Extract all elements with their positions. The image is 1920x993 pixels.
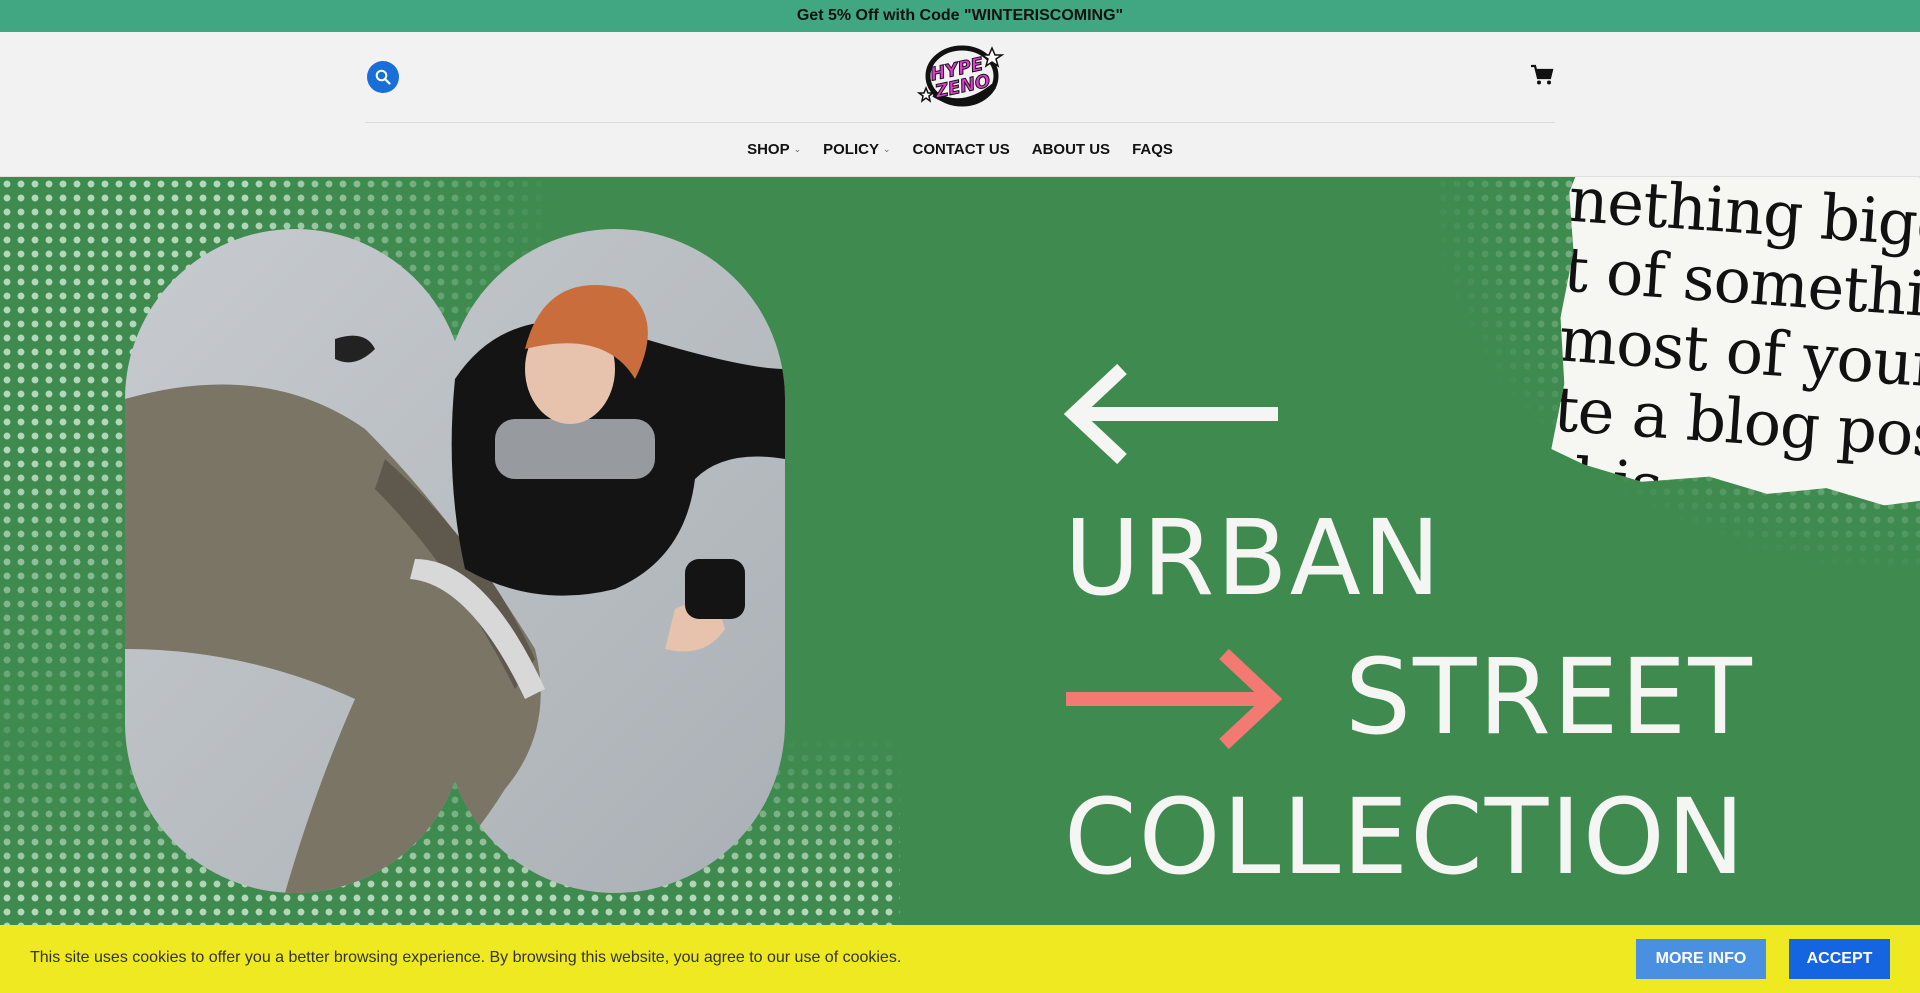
hero-headline-street: STREET: [1345, 636, 1754, 758]
promo-bar: Get 5% Off with Code "WINTERISCOMING": [0, 0, 1920, 32]
cart-icon: [1531, 64, 1554, 85]
cookie-message: This site uses cookies to offer you a be…: [30, 949, 902, 966]
newspaper-clipping: nething bigg t of somethi most of your t…: [1549, 177, 1920, 511]
hero-banner[interactable]: nething bigg t of somethi most of your t…: [0, 177, 1920, 925]
chevron-down-icon: ⌄: [793, 144, 802, 154]
more-info-button[interactable]: MORE INFO: [1636, 939, 1766, 979]
site-logo[interactable]: HYPE ZENO: [912, 42, 1008, 110]
nav-item-faqs[interactable]: FAQS: [1132, 141, 1173, 158]
nav-item-about-us[interactable]: ABOUT US: [1032, 141, 1110, 158]
arrow-left-icon: [1063, 364, 1278, 464]
hero-model-photo: [125, 229, 785, 893]
nav-item-contact-us[interactable]: CONTACT US: [913, 141, 1010, 158]
arrow-right-icon: [1066, 649, 1283, 749]
accept-cookies-button[interactable]: ACCEPT: [1789, 939, 1890, 979]
nav-item-policy[interactable]: POLICY ⌄: [823, 141, 890, 158]
main-nav: SHOP ⌄ POLICY ⌄ CONTACT US ABOUT US FAQS: [0, 123, 1920, 177]
nav-item-shop[interactable]: SHOP ⌄: [747, 141, 801, 158]
chevron-down-icon: ⌄: [882, 144, 891, 154]
hero-headline-urban: URBAN: [1064, 497, 1443, 619]
cookie-banner: This site uses cookies to offer you a be…: [0, 925, 1920, 993]
promo-text: Get 5% Off with Code "WINTERISCOMING": [796, 7, 1124, 24]
cart-button[interactable]: [1530, 64, 1558, 90]
hero-headline-collection: COLLECTION: [1064, 776, 1747, 898]
search-icon: [375, 69, 391, 85]
search-button[interactable]: [367, 61, 399, 93]
